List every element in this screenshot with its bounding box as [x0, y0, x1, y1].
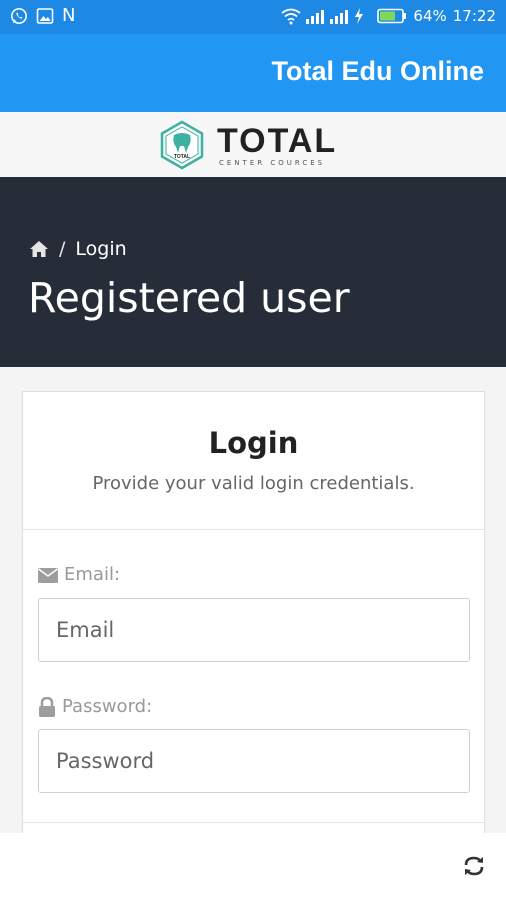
- page-header: / Login Registered user: [0, 177, 506, 367]
- refresh-icon: [461, 853, 487, 879]
- password-label-text: Password:: [62, 696, 153, 717]
- site-logo[interactable]: TOTAL TOTAL CENTER COURCES: [157, 120, 337, 170]
- lock-icon: [38, 696, 56, 717]
- refresh-button[interactable]: [460, 852, 488, 880]
- email-label: Email:: [38, 564, 120, 585]
- clock: 17:22: [452, 7, 496, 25]
- breadcrumb-current: Login: [75, 238, 127, 260]
- tooth-logo-icon: TOTAL: [157, 120, 207, 170]
- signal-icon-2: [329, 7, 349, 25]
- status-left: N: [10, 7, 75, 25]
- login-card-header: Login Provide your valid login credentia…: [23, 392, 484, 530]
- envelope-icon: [38, 567, 58, 583]
- card-divider: [23, 822, 484, 823]
- login-card: Login Provide your valid login credentia…: [22, 391, 485, 851]
- charging-icon: [353, 7, 371, 25]
- bottom-bar: [0, 833, 506, 900]
- breadcrumb-separator: /: [59, 238, 66, 260]
- whatsapp-icon: [10, 7, 28, 25]
- image-icon: [36, 7, 54, 25]
- app-title: Total Edu Online: [271, 56, 485, 86]
- password-field[interactable]: [38, 729, 470, 793]
- page-title: Registered user: [28, 274, 350, 322]
- battery-icon: [377, 8, 407, 24]
- email-label-text: Email:: [64, 564, 121, 585]
- status-right: 64% 17:22: [281, 7, 496, 25]
- battery-percent: 64%: [413, 7, 447, 25]
- app-bar: Total Edu Online: [0, 34, 506, 112]
- email-field[interactable]: [38, 598, 470, 662]
- login-title: Login: [208, 426, 299, 460]
- status-bar: N 64% 17:22: [0, 0, 506, 34]
- logo-strip: TOTAL TOTAL CENTER COURCES: [0, 112, 506, 177]
- logo-text: TOTAL: [217, 121, 338, 160]
- signal-icon: [305, 7, 325, 25]
- wifi-icon: [281, 7, 301, 25]
- login-subtitle: Provide your valid login credentials.: [92, 473, 415, 494]
- notification-letter: N: [62, 5, 76, 26]
- password-label: Password:: [38, 696, 152, 717]
- logo-wordmark: TOTAL CENTER COURCES: [217, 124, 337, 167]
- home-icon[interactable]: [29, 240, 49, 258]
- logo-subtext: CENTER COURCES: [219, 158, 326, 167]
- breadcrumb: / Login: [29, 238, 127, 260]
- svg-text:TOTAL: TOTAL: [174, 154, 190, 160]
